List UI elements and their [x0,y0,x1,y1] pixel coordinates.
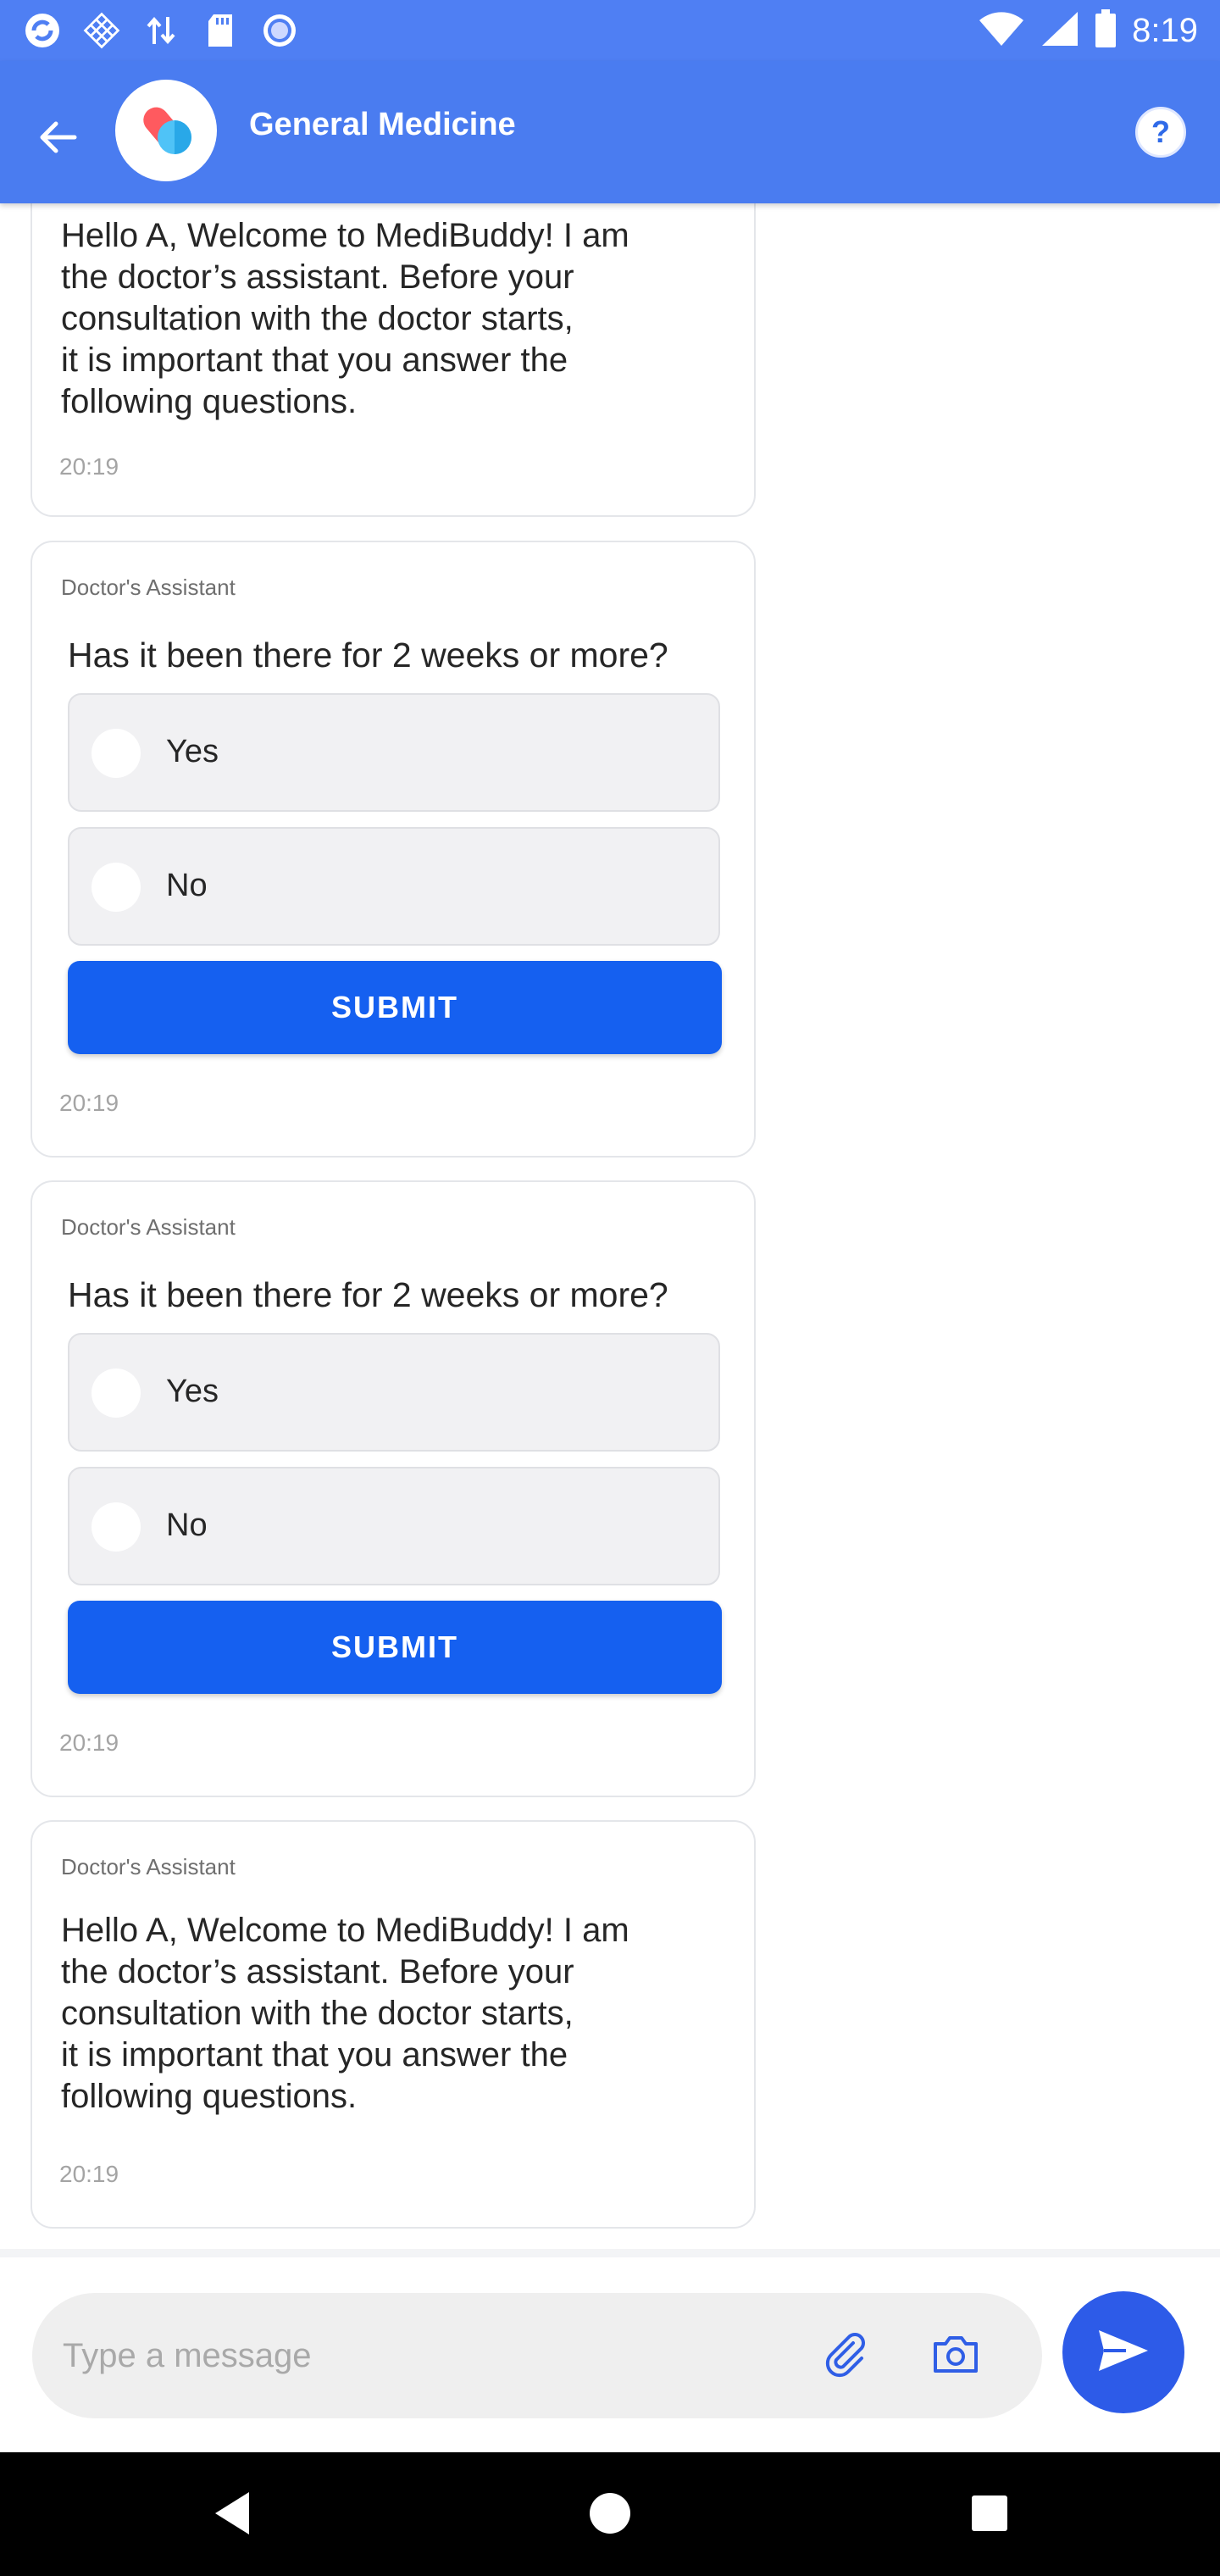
option-label: Yes [166,734,219,769]
option-yes[interactable]: Yes [68,1333,720,1452]
question-text: Has it been there for 2 weeks or more? [68,1275,668,1314]
sender-name: Doctor's Assistant [61,1854,236,1879]
app-refresh-icon [24,12,61,49]
grid-icon [83,12,120,49]
message-text: Hello A, Welcome to MediBuddy! I am the … [61,217,629,420]
triangle-back-icon [212,2490,252,2540]
submit-button[interactable]: SUBMIT [68,1601,722,1694]
sender-name: Doctor's Assistant [61,575,236,600]
message-time: 20:19 [59,1729,119,1756]
square-recents-icon [970,2494,1009,2537]
system-nav-bar [0,2452,1220,2576]
option-label: No [166,868,208,903]
message-time: 20:19 [59,1090,119,1116]
arrow-left-icon [36,115,80,164]
option-no[interactable]: No [68,1467,720,1585]
app-logo [115,80,217,181]
status-bar: 8:19 [0,0,1220,61]
app-bar: General Medicine ? [0,61,1220,203]
option-yes[interactable]: Yes [68,693,720,812]
chat-message-card: Hello A, Welcome to MediBuddy! I am the … [30,203,756,517]
chat-list[interactable]: Hello A, Welcome to MediBuddy! I am the … [0,203,1220,2249]
battery-icon [1095,8,1117,53]
nav-recents-button[interactable] [957,2483,1022,2547]
radio-button[interactable] [92,1502,141,1552]
camera-icon [930,2332,981,2380]
record-icon [261,12,298,49]
message-composer [0,2249,1220,2452]
back-button[interactable] [27,108,88,169]
radio-button[interactable] [92,729,141,778]
radio-button[interactable] [92,1368,141,1418]
send-button[interactable] [1062,2291,1184,2413]
message-time: 20:19 [59,2161,119,2187]
message-text: Hello A, Welcome to MediBuddy! I am the … [61,1912,629,2115]
data-transfer-icon [142,12,180,49]
option-no[interactable]: No [68,827,720,946]
sender-name: Doctor's Assistant [61,1214,236,1240]
message-input-wrapper [32,2293,1042,2418]
paperclip-icon [821,2329,870,2383]
message-input[interactable] [63,2293,791,2418]
radio-button[interactable] [92,863,141,912]
nav-home-button[interactable] [578,2483,642,2547]
message-time: 20:19 [59,453,119,480]
option-label: Yes [166,1374,219,1409]
question-card: Doctor's Assistant Has it been there for… [30,541,756,1158]
attach-button[interactable] [815,2325,876,2386]
camera-button[interactable] [925,2325,986,2386]
chat-message-card: Doctor's Assistant Hello A, Welcome to M… [30,1820,756,2229]
wifi-icon [978,10,1025,52]
status-time: 8:19 [1132,11,1198,49]
option-label: No [166,1507,208,1543]
circle-home-icon [588,2491,632,2540]
send-icon [1095,2325,1151,2380]
page-title: General Medicine [249,107,516,142]
sd-card-icon [202,12,239,49]
cell-signal-icon [1040,10,1079,52]
question-card: Doctor's Assistant Has it been there for… [30,1180,756,1797]
submit-button[interactable]: SUBMIT [68,961,722,1054]
question-text: Has it been there for 2 weeks or more? [68,636,668,675]
help-icon: ? [1151,114,1170,149]
nav-back-button[interactable] [200,2483,264,2547]
help-button[interactable]: ? [1135,107,1186,158]
